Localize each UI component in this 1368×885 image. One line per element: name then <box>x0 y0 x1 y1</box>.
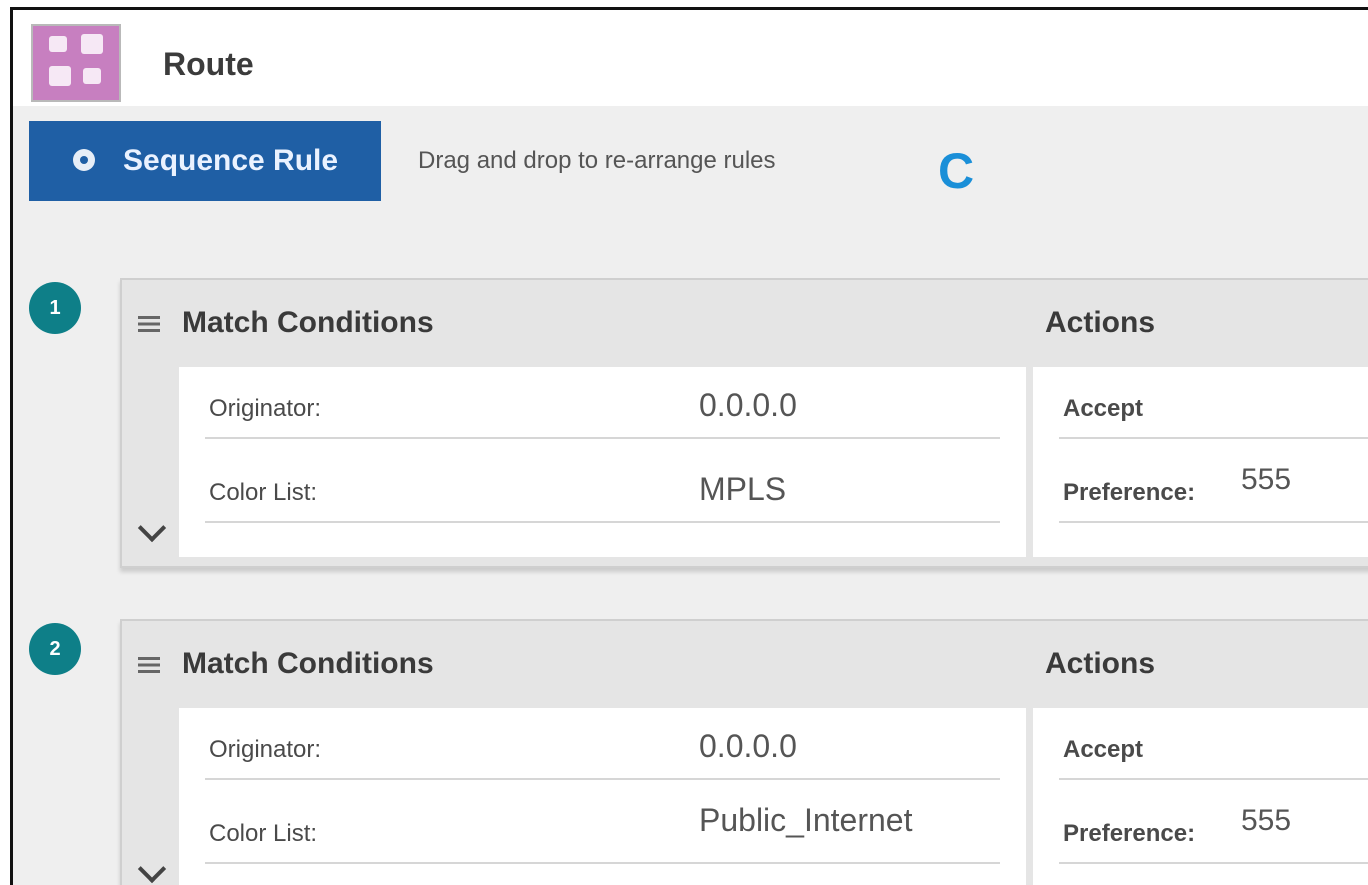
rule-number-badge: 1 <box>29 282 81 334</box>
route-policy-window: Route Sequence Rule Drag and drop to re-… <box>10 7 1368 885</box>
action-row[interactable]: Accept <box>1059 367 1368 439</box>
action-label: Preference: <box>1063 820 1196 847</box>
plus-circle-icon <box>73 149 95 171</box>
chevron-down-icon[interactable] <box>137 854 167 884</box>
drag-handle-icon[interactable] <box>138 316 160 333</box>
header: Route <box>13 10 1368 106</box>
action-label: Accept <box>1063 395 1144 422</box>
condition-row[interactable]: Color List: Public_Internet <box>205 792 1000 864</box>
action-label: Accept <box>1063 736 1144 763</box>
condition-label: Originator: <box>209 736 322 763</box>
sequence-rule-card[interactable]: Match Conditions Actions Originator: 0.0… <box>120 619 1368 885</box>
chevron-down-icon[interactable] <box>137 513 167 543</box>
match-conditions-panel: Originator: 0.0.0.0 Color List: Public_I… <box>179 708 1026 885</box>
actions-panel: Accept Preference: 555 <box>1033 367 1368 557</box>
annotation-letter: C <box>938 143 975 199</box>
sequence-rule-label: Sequence Rule <box>123 144 339 177</box>
route-policy-icon <box>31 24 121 102</box>
action-row[interactable]: Accept <box>1059 708 1368 780</box>
condition-value: Public_Internet <box>699 802 913 838</box>
condition-label: Color List: <box>209 820 318 847</box>
condition-label: Originator: <box>209 395 322 422</box>
condition-value: 0.0.0.0 <box>699 728 797 764</box>
actions-panel: Accept Preference: 555 <box>1033 708 1368 885</box>
match-conditions-heading[interactable]: Match Conditions <box>138 647 434 681</box>
condition-row[interactable]: Originator: 0.0.0.0 <box>205 367 1000 439</box>
match-conditions-heading[interactable]: Match Conditions <box>138 306 434 340</box>
action-value: 555 <box>1241 804 1292 837</box>
condition-label: Color List: <box>209 479 318 506</box>
sequence-rule-card[interactable]: Match Conditions Actions Originator: 0.0… <box>120 278 1368 568</box>
actions-heading: Actions <box>1045 647 1156 680</box>
action-row[interactable]: Preference: 555 <box>1059 451 1368 523</box>
drag-handle-icon[interactable] <box>138 657 160 674</box>
actions-heading: Actions <box>1045 306 1156 339</box>
condition-value: 0.0.0.0 <box>699 387 797 423</box>
action-value: 555 <box>1241 463 1292 496</box>
match-conditions-label: Match Conditions <box>182 647 434 680</box>
action-label: Preference: <box>1063 479 1196 506</box>
drag-drop-hint: Drag and drop to re-arrange rules <box>418 147 776 174</box>
add-sequence-rule-button[interactable]: Sequence Rule <box>29 121 381 201</box>
condition-row[interactable]: Color List: MPLS <box>205 451 1000 523</box>
match-conditions-label: Match Conditions <box>182 306 434 339</box>
action-row[interactable]: Preference: 555 <box>1059 792 1368 864</box>
condition-value: MPLS <box>699 471 787 507</box>
page-title: Route <box>163 46 254 82</box>
rule-number-badge: 2 <box>29 623 81 675</box>
match-conditions-panel: Originator: 0.0.0.0 Color List: MPLS <box>179 367 1026 557</box>
condition-row[interactable]: Originator: 0.0.0.0 <box>205 708 1000 780</box>
